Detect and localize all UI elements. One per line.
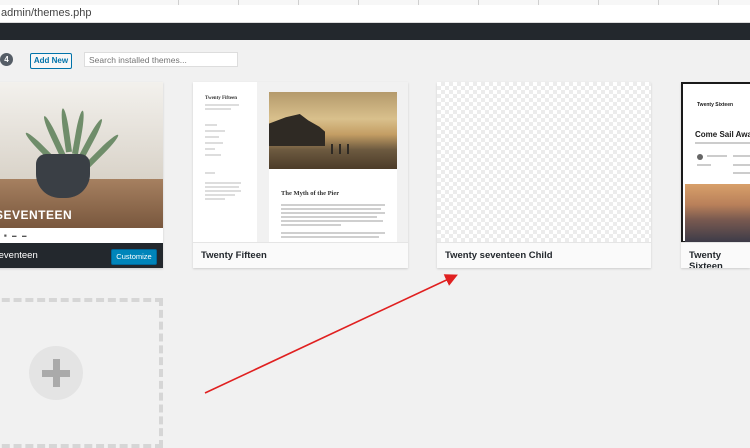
- text-line: [205, 104, 239, 106]
- theme-screenshot-placeholder[interactable]: [437, 82, 651, 243]
- theme-screenshot[interactable]: TY SEVENTEEN ■ ▬ ▬: [0, 82, 163, 243]
- plus-icon[interactable]: [29, 346, 83, 400]
- screenshot-frame: Twenty Sixteen Come Sail Away w: [681, 82, 750, 243]
- theme-card-twenty-seventeen[interactable]: TY SEVENTEEN ■ ▬ ▬ nty Seventeen Customi…: [0, 82, 163, 268]
- theme-card-twenty-sixteen[interactable]: Twenty Sixteen Come Sail Away w Twenty S…: [681, 82, 750, 268]
- address-bar[interactable]: admin/themes.php: [0, 5, 750, 23]
- text-line: [205, 124, 217, 126]
- screenshot-nav-strip: ■ ▬ ▬: [0, 228, 163, 243]
- screenshot-sea-photo: [685, 184, 750, 243]
- text-line: [205, 198, 225, 200]
- screenshot-site-title: Twenty Fifteen: [205, 96, 237, 101]
- text-line: [205, 186, 239, 188]
- text-line: [205, 154, 221, 156]
- screenshot-pier-photo: [269, 92, 397, 169]
- theme-count-badge: 4: [0, 53, 13, 66]
- text-line: [281, 208, 381, 210]
- screenshot-site-title: TY SEVENTEEN: [0, 208, 73, 222]
- plant-pot: [36, 154, 90, 198]
- theme-name-bar: Twenty seventeen Child: [437, 242, 651, 268]
- text-line: [695, 142, 750, 144]
- red-arrow-annotation: [204, 274, 458, 394]
- theme-name: nty Seventeen: [0, 250, 38, 261]
- text-line: [707, 155, 727, 157]
- pier-silhouette: [269, 114, 325, 146]
- text-line: [281, 212, 385, 214]
- address-url[interactable]: admin/themes.php: [1, 7, 92, 19]
- text-line: [281, 220, 383, 222]
- theme-name: Twenty Fifteen: [201, 250, 267, 261]
- text-line: [281, 216, 377, 218]
- pier-post: [339, 144, 341, 154]
- text-line: [733, 155, 750, 157]
- theme-name: Twenty Sixteen: [689, 250, 723, 268]
- nav-mark: ▬: [22, 233, 27, 238]
- add-new-theme-button[interactable]: Add New: [30, 53, 72, 69]
- text-line: [205, 148, 215, 150]
- author-avatar: [697, 154, 703, 160]
- theme-screenshot[interactable]: Twenty Fifteen The Myth of the Pier: [193, 82, 408, 243]
- theme-name: Twenty seventeen Child: [445, 250, 553, 261]
- text-line: [205, 190, 241, 192]
- theme-card-twenty-fifteen[interactable]: Twenty Fifteen The Myth of the Pier Twen…: [193, 82, 408, 268]
- theme-name-bar: Twenty Sixteen: [681, 242, 750, 268]
- theme-name-bar: nty Seventeen Customize: [0, 243, 163, 268]
- text-line: [697, 164, 711, 166]
- screenshot-site-title: Twenty Sixteen: [697, 102, 734, 108]
- screenshot-content: The Myth of the Pier: [269, 92, 397, 243]
- nav-mark: ■: [4, 233, 7, 238]
- text-line: [205, 130, 225, 132]
- customize-button[interactable]: Customize: [111, 249, 157, 265]
- theme-screenshot[interactable]: Twenty Sixteen Come Sail Away w: [681, 82, 750, 243]
- theme-card-twenty-seventeen-child[interactable]: Twenty seventeen Child: [437, 82, 651, 268]
- text-line: [733, 172, 750, 174]
- text-line: [281, 236, 379, 238]
- text-line: [205, 172, 215, 174]
- text-line: [733, 164, 750, 166]
- pier-post: [347, 144, 349, 154]
- pier-post: [331, 144, 333, 154]
- text-line: [205, 108, 231, 110]
- screenshot-sidebar: Twenty Fifteen: [193, 82, 257, 243]
- text-line: [205, 136, 219, 138]
- wp-admin-bar: [0, 23, 750, 40]
- screenshot-post-title: Come Sail Away w: [695, 130, 750, 139]
- text-line: [205, 142, 223, 144]
- text-line: [205, 182, 241, 184]
- search-themes-input[interactable]: [84, 52, 238, 67]
- text-line: [281, 224, 341, 226]
- text-line: [205, 194, 235, 196]
- screenshot-post-title: The Myth of the Pier: [281, 190, 340, 197]
- text-line: [281, 204, 385, 206]
- theme-name-bar: Twenty Fifteen: [193, 242, 408, 268]
- nav-mark: ▬: [12, 233, 17, 238]
- text-line: [281, 232, 385, 234]
